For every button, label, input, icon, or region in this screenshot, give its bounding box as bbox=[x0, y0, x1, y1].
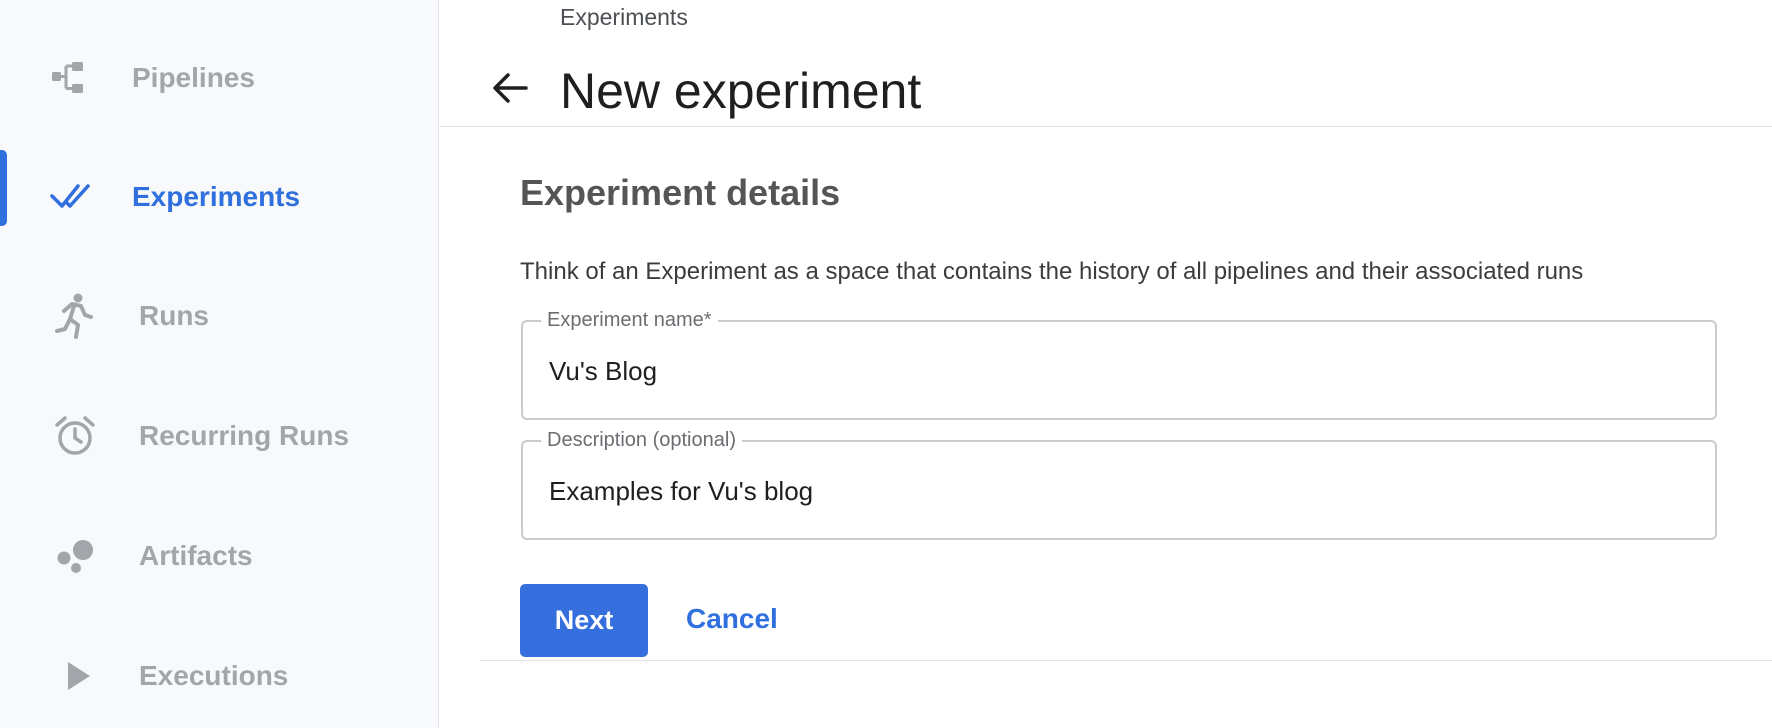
bubbles-icon bbox=[56, 538, 94, 574]
double-check-icon bbox=[50, 182, 92, 212]
page-title: New experiment bbox=[560, 63, 922, 119]
pipeline-icon bbox=[50, 60, 86, 96]
description-field: Description (optional) bbox=[521, 428, 1717, 540]
sidebar-item-label: Artifacts bbox=[139, 540, 253, 571]
section-title: Experiment details bbox=[520, 172, 841, 213]
sidebar-item-label: Runs bbox=[139, 300, 209, 331]
sidebar-item-runs[interactable]: Runs bbox=[0, 276, 438, 356]
alarm-clock-icon bbox=[54, 415, 96, 457]
header-divider bbox=[440, 126, 1772, 127]
sidebar: Pipelines Experiments Runs Recurring Run… bbox=[0, 0, 439, 728]
sidebar-item-label: Experiments bbox=[132, 181, 301, 212]
sidebar-item-label: Executions bbox=[139, 660, 289, 691]
runner-icon bbox=[54, 293, 94, 339]
sidebar-item-artifacts[interactable]: Artifacts bbox=[0, 516, 438, 596]
experiment-name-label: Experiment name* bbox=[541, 308, 718, 332]
experiment-name-field: Experiment name* bbox=[521, 308, 1717, 420]
breadcrumb[interactable]: Experiments bbox=[560, 4, 688, 31]
sidebar-item-executions[interactable]: Executions bbox=[0, 636, 438, 716]
sidebar-item-experiments[interactable]: Experiments bbox=[0, 157, 438, 237]
back-button[interactable] bbox=[488, 68, 532, 112]
next-button[interactable]: Next bbox=[520, 584, 648, 657]
description-input[interactable] bbox=[549, 472, 1679, 510]
sidebar-item-pipelines[interactable]: Pipelines bbox=[0, 38, 438, 118]
sidebar-item-recurring-runs[interactable]: Recurring Runs bbox=[0, 396, 438, 476]
arrow-left-icon bbox=[490, 70, 530, 111]
sidebar-item-label: Pipelines bbox=[132, 62, 255, 93]
experiment-name-input[interactable] bbox=[549, 352, 1679, 390]
description-label: Description (optional) bbox=[541, 428, 742, 452]
section-description: Think of an Experiment as a space that c… bbox=[520, 258, 1584, 285]
sidebar-item-label: Recurring Runs bbox=[139, 420, 350, 451]
cancel-button[interactable]: Cancel bbox=[686, 603, 778, 635]
play-icon bbox=[66, 661, 92, 691]
footer-divider bbox=[480, 660, 1772, 661]
